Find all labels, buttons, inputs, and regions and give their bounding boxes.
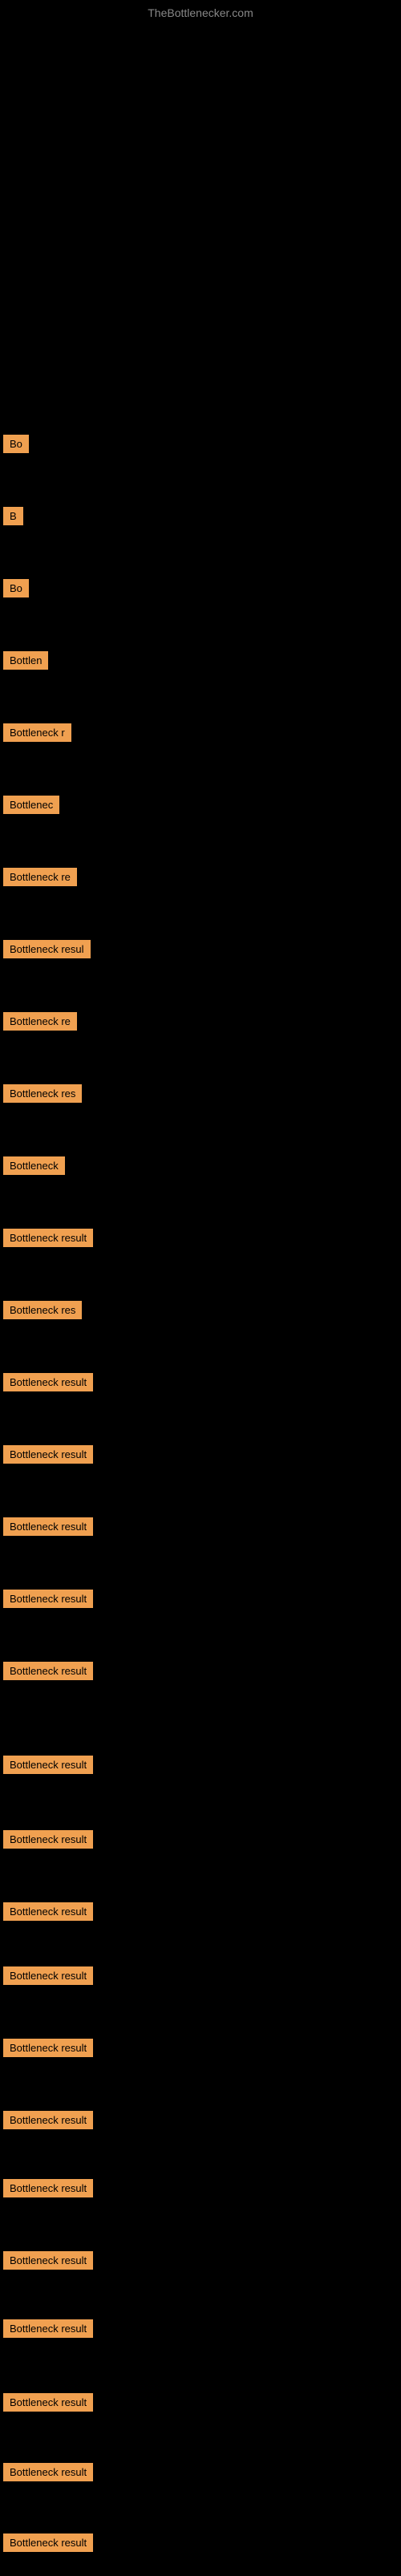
bottleneck-item: Bottleneck result xyxy=(3,1756,93,1774)
bottleneck-item: Bottleneck res xyxy=(3,1301,82,1319)
bottleneck-item: Bottleneck result xyxy=(3,2319,93,2338)
bottleneck-item: Bottleneck result xyxy=(3,2179,93,2197)
bottleneck-item: Bottleneck r xyxy=(3,723,71,742)
bottleneck-item: Bottleneck re xyxy=(3,1012,77,1031)
bottleneck-item: Bottleneck result xyxy=(3,2533,93,2552)
bottleneck-item: Bottleneck resul xyxy=(3,940,91,958)
bottleneck-item: Bottleneck res xyxy=(3,1084,82,1103)
bottleneck-item: Bottleneck xyxy=(3,1156,65,1175)
bottleneck-item: Bo xyxy=(3,579,29,597)
bottleneck-item: Bottleneck result xyxy=(3,1373,93,1391)
bottleneck-item: Bottleneck result xyxy=(3,1830,93,1849)
bottleneck-item: B xyxy=(3,507,23,525)
bottleneck-item: Bottleneck result xyxy=(3,2039,93,2057)
bottleneck-item: Bottleneck result xyxy=(3,2251,93,2270)
site-title: TheBottlenecker.com xyxy=(0,0,401,26)
bottleneck-item: Bottleneck result xyxy=(3,1590,93,1608)
bottleneck-item: Bottleneck result xyxy=(3,1902,93,1921)
bottleneck-item: Bottlen xyxy=(3,651,48,670)
bottleneck-item: Bottleneck result xyxy=(3,2393,93,2412)
bottleneck-item: Bottleneck result xyxy=(3,1662,93,1680)
bottleneck-item: Bottleneck result xyxy=(3,1445,93,1464)
bottleneck-item: Bottlenec xyxy=(3,796,59,814)
bottleneck-item: Bottleneck result xyxy=(3,1229,93,1247)
bottleneck-item: Bottleneck re xyxy=(3,868,77,886)
bottleneck-item: Bottleneck result xyxy=(3,1517,93,1536)
bottleneck-item: Bo xyxy=(3,435,29,453)
bottleneck-item: Bottleneck result xyxy=(3,1966,93,1985)
bottleneck-item: Bottleneck result xyxy=(3,2463,93,2481)
bottleneck-item: Bottleneck result xyxy=(3,2111,93,2129)
